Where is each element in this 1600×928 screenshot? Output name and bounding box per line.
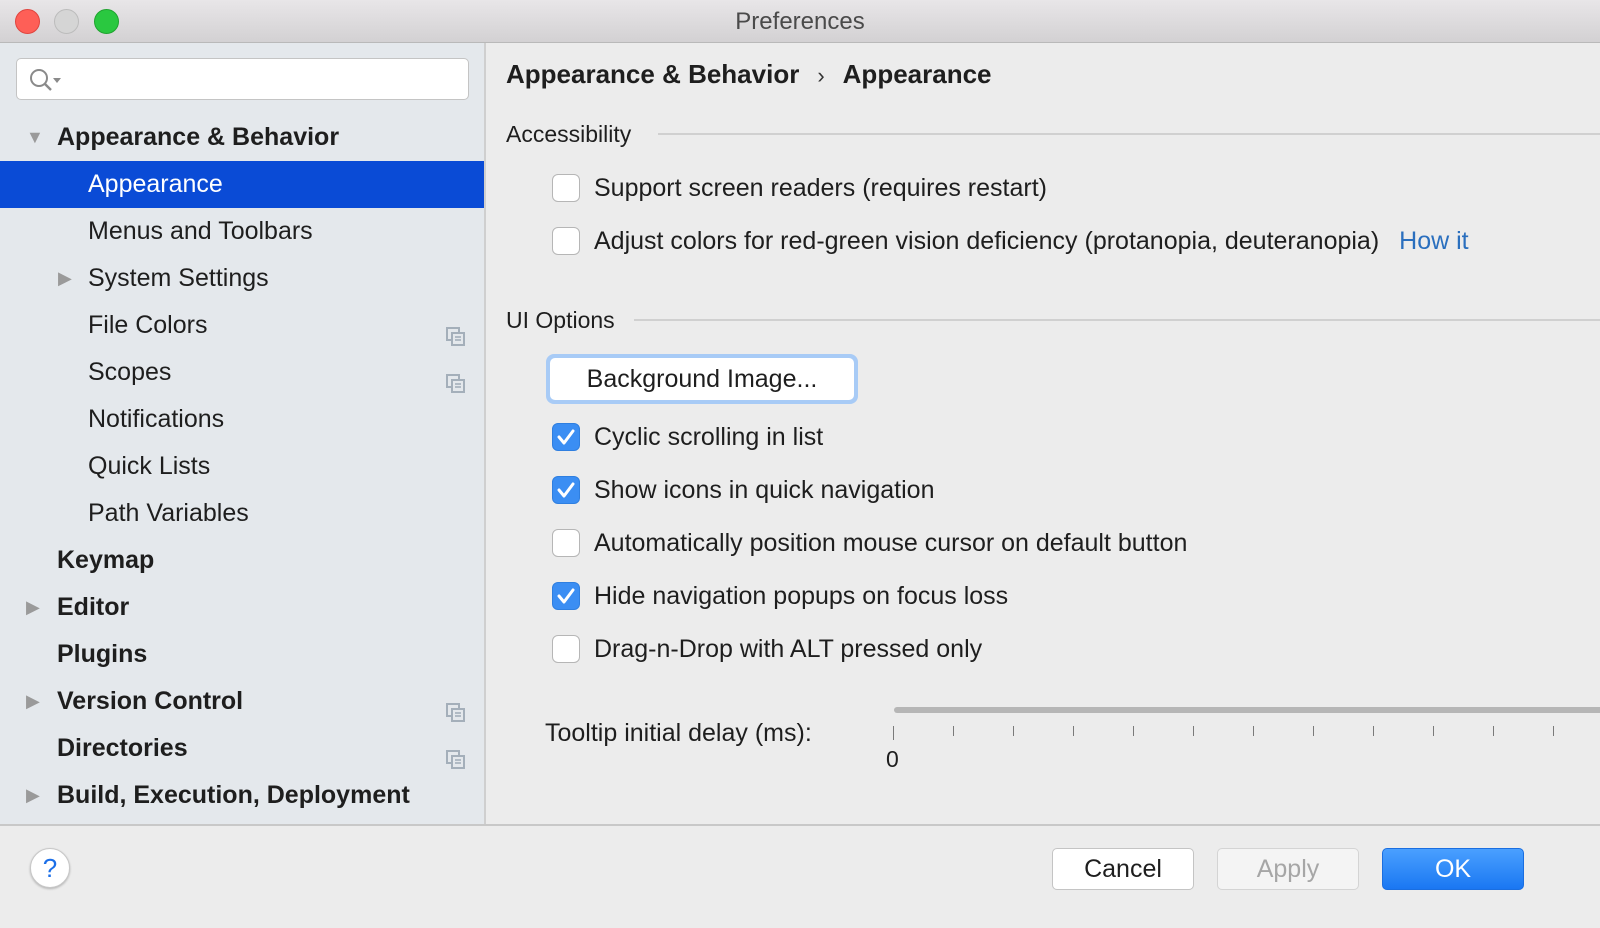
search-icon[interactable] [29, 68, 65, 97]
collapsed-arrow-icon[interactable]: ▶ [26, 772, 40, 819]
sidebar-item-notifications[interactable]: Notifications [0, 396, 484, 443]
sidebar-item-label: Quick Lists [88, 452, 211, 480]
sidebar-item-label: Path Variables [88, 499, 249, 527]
sidebar-item-plugins[interactable]: Plugins [0, 631, 484, 678]
sidebar-item-label: Appearance & Behavior [57, 123, 340, 151]
slider-tick [1073, 726, 1074, 736]
sidebar-item-label: Scopes [88, 358, 172, 386]
drag-n-drop-with-alt-pressed-only-label: Drag-n-Drop with ALT pressed only [594, 635, 983, 663]
collapsed-arrow-icon[interactable]: ▶ [26, 584, 40, 631]
slider-tick [1433, 726, 1434, 736]
breadcrumb-parent[interactable]: Appearance & Behavior [506, 59, 799, 89]
sidebar-item-system-settings[interactable]: ▶ System Settings [0, 255, 484, 302]
adjust-colors-label-group: Adjust colors for red-green vision defic… [594, 226, 1469, 256]
sidebar-item-appearance[interactable]: Appearance [0, 161, 484, 208]
sidebar-item-editor[interactable]: ▶ Editor [0, 584, 484, 631]
breadcrumb-separator-icon: › [817, 63, 825, 88]
hide-navigation-popups-on-focus-loss-label: Hide navigation popups on focus loss [594, 582, 1009, 610]
sidebar-item-label: System Settings [88, 264, 269, 292]
ok-button[interactable]: OK [1382, 848, 1524, 890]
hide-navigation-popups-on-focus-loss-checkbox[interactable] [552, 582, 580, 610]
sidebar-item-menus-and-toolbars[interactable]: Menus and Toolbars [0, 208, 484, 255]
settings-content: Appearance & Behavior › Appearance Accessi… [488, 43, 1600, 824]
tooltip-delay-min-label: 0 [886, 746, 899, 772]
automatically-position-mouse-cursor-on-default-button-checkbox[interactable] [552, 529, 580, 557]
sidebar-item-file-colors[interactable]: File Colors [0, 302, 484, 349]
adjust-colors-checkbox[interactable] [552, 227, 580, 255]
breadcrumb: Appearance & Behavior › Appearance [506, 59, 992, 90]
cyclic-scrolling-in-list-label: Cyclic scrolling in list [594, 423, 824, 451]
background-image-button[interactable]: Background Image... [546, 354, 858, 404]
apply-button[interactable]: Apply [1217, 848, 1359, 890]
slider-tick [1013, 726, 1014, 736]
sidebar-item-directories[interactable]: Directories [0, 725, 484, 772]
collapsed-arrow-icon[interactable]: ▶ [58, 255, 72, 302]
sidebar-item-label: Build, Execution, Deployment [57, 781, 410, 809]
checkmark-icon [557, 429, 575, 445]
title-bar: Preferences [0, 0, 1600, 43]
tooltip-delay-slider[interactable] [894, 707, 1600, 713]
checkmark-icon [557, 588, 575, 604]
sidebar-item-quick-lists[interactable]: Quick Lists [0, 443, 484, 490]
sidebar-item-label: Plugins [57, 640, 148, 668]
support-screen-readers-checkbox[interactable] [552, 174, 580, 202]
slider-tick [893, 726, 894, 740]
settings-search-input[interactable] [16, 58, 469, 100]
expanded-arrow-icon[interactable]: ▼ [26, 114, 44, 161]
sidebar-item-appearance-behavior[interactable]: ▼ Appearance & Behavior [0, 114, 484, 161]
sidebar-item-version-control[interactable]: ▶ Version Control [0, 678, 484, 725]
slider-tick [1193, 726, 1194, 736]
show-icons-in-quick-navigation-checkbox[interactable] [552, 476, 580, 504]
sidebar-item-path-variables[interactable]: Path Variables [0, 490, 484, 537]
background-image-button-label: Background Image... [550, 358, 854, 400]
accessibility-section-title: Accessibility [506, 121, 632, 147]
window-title: Preferences [735, 8, 865, 35]
sidebar-item-label: Directories [57, 734, 188, 762]
sidebar-item-build-execution-deployment[interactable]: ▶ Build, Execution, Deployment [0, 772, 484, 819]
tooltip-delay-label: Tooltip initial delay (ms): [545, 719, 812, 747]
cancel-button[interactable]: Cancel [1052, 848, 1194, 890]
sidebar-item-label: Menus and Toolbars [88, 217, 313, 245]
sidebar-item-label: Keymap [57, 546, 155, 574]
automatically-position-mouse-cursor-on-default-button-label: Automatically position mouse cursor on d… [594, 529, 1188, 557]
slider-tick [953, 726, 954, 736]
checkmark-icon [557, 482, 575, 498]
slider-tick [1373, 726, 1374, 736]
slider-tick [1313, 726, 1314, 736]
drag-n-drop-with-alt-pressed-only-checkbox[interactable] [552, 635, 580, 663]
slider-tick [1133, 726, 1134, 736]
dialog-footer: ? Cancel Apply OK [0, 824, 1600, 928]
support-screen-readers-label: Support screen readers (requires restart… [594, 174, 1047, 202]
slider-tick [1253, 726, 1254, 736]
sidebar-item-scopes[interactable]: Scopes [0, 349, 484, 396]
show-icons-in-quick-navigation-label: Show icons in quick navigation [594, 476, 935, 504]
cyclic-scrolling-in-list-checkbox[interactable] [552, 423, 580, 451]
ui-options-section-title: UI Options [506, 307, 615, 333]
breadcrumb-current: Appearance [842, 59, 992, 89]
collapsed-arrow-icon[interactable]: ▶ [26, 678, 40, 725]
adjust-colors-label: Adjust colors for red-green vision defic… [594, 227, 1380, 255]
how-it-works-link[interactable]: How it [1399, 227, 1468, 255]
sidebar-item-label: File Colors [88, 311, 208, 339]
sidebar-item-label: Editor [57, 593, 130, 621]
accessibility-divider [658, 133, 1600, 135]
sidebar-item-label: Appearance [88, 170, 223, 198]
slider-tick [1493, 726, 1494, 736]
slider-tick [1553, 726, 1554, 736]
ui-options-divider [634, 319, 1600, 321]
settings-sidebar: ▼ Appearance & Behavior Appearance Menus an… [0, 43, 486, 824]
sidebar-item-label: Notifications [88, 405, 225, 433]
help-button[interactable]: ? [30, 848, 70, 888]
sidebar-item-label: Version Control [57, 687, 244, 715]
sidebar-item-keymap[interactable]: Keymap [0, 537, 484, 584]
